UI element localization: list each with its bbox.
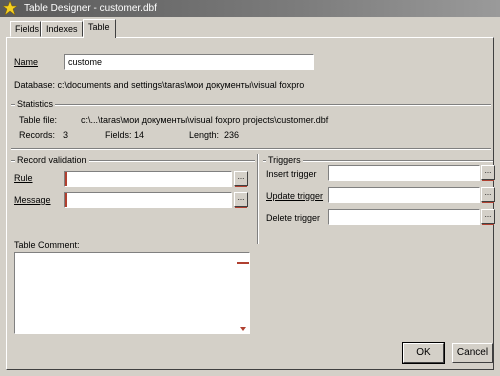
record-validation-title: Record validation — [15, 155, 89, 165]
statistics-separator — [11, 104, 491, 106]
tab-fields[interactable]: Fields — [10, 21, 41, 37]
database-path: Database: c:\documents and settings\tara… — [14, 80, 305, 90]
delete-trigger-field[interactable] — [328, 209, 480, 225]
scrollbar-graphic — [237, 262, 249, 331]
statistics-bottom-separator — [11, 148, 491, 150]
ok-button[interactable]: OK — [402, 342, 445, 364]
insert-trigger-field[interactable] — [328, 165, 480, 181]
name-value: custome — [68, 57, 103, 67]
fields-value: 14 — [134, 130, 145, 140]
title-bar: Table Designer - customer.dbf — [0, 0, 500, 17]
triggers-title: Triggers — [266, 155, 303, 165]
foxpro-app-icon — [3, 1, 17, 15]
name-label: Name — [14, 57, 39, 67]
delete-trigger-builder-button[interactable]: ... — [481, 209, 495, 225]
rule-label: Rule — [14, 173, 33, 183]
message-label: Message — [14, 195, 51, 205]
cancel-button[interactable]: Cancel — [452, 343, 493, 363]
insert-trigger-builder-button[interactable]: ... — [481, 165, 495, 181]
tab-indexes[interactable]: Indexes — [41, 21, 83, 37]
records-label: Records: — [19, 130, 56, 140]
table-comment-editbox[interactable] — [14, 252, 250, 334]
group-divider — [257, 154, 259, 244]
table-tab-page: Name custome Database: c:\documents and … — [6, 37, 495, 370]
message-field[interactable] — [64, 192, 232, 208]
window-title: Table Designer - customer.dbf — [24, 3, 157, 14]
message-required-marker — [65, 193, 67, 207]
table-file-label: Table file: — [19, 115, 58, 125]
update-trigger-field[interactable] — [328, 187, 480, 203]
tab-table[interactable]: Table — [83, 19, 116, 38]
update-trigger-builder-button[interactable]: ... — [481, 187, 495, 203]
message-builder-button[interactable]: ... — [234, 192, 248, 208]
fields-label: Fields: — [105, 130, 132, 140]
rule-builder-button[interactable]: ... — [234, 171, 248, 187]
records-value: 3 — [63, 130, 69, 140]
table-comment-label: Table Comment: — [14, 240, 80, 250]
table-file-value: c:\...\taras\мои документы\visual foxpro… — [81, 115, 329, 125]
insert-trigger-label: Insert trigger — [266, 169, 317, 179]
comment-scrollbar[interactable] — [236, 261, 250, 333]
rule-required-marker — [65, 172, 67, 186]
statistics-title: Statistics — [15, 99, 56, 109]
length-label: Length: — [189, 130, 220, 140]
name-field[interactable]: custome — [64, 54, 314, 70]
update-trigger-label: Update trigger — [266, 191, 324, 201]
rule-field[interactable] — [64, 171, 232, 187]
delete-trigger-label: Delete trigger — [266, 213, 321, 223]
length-value: 236 — [224, 130, 240, 140]
